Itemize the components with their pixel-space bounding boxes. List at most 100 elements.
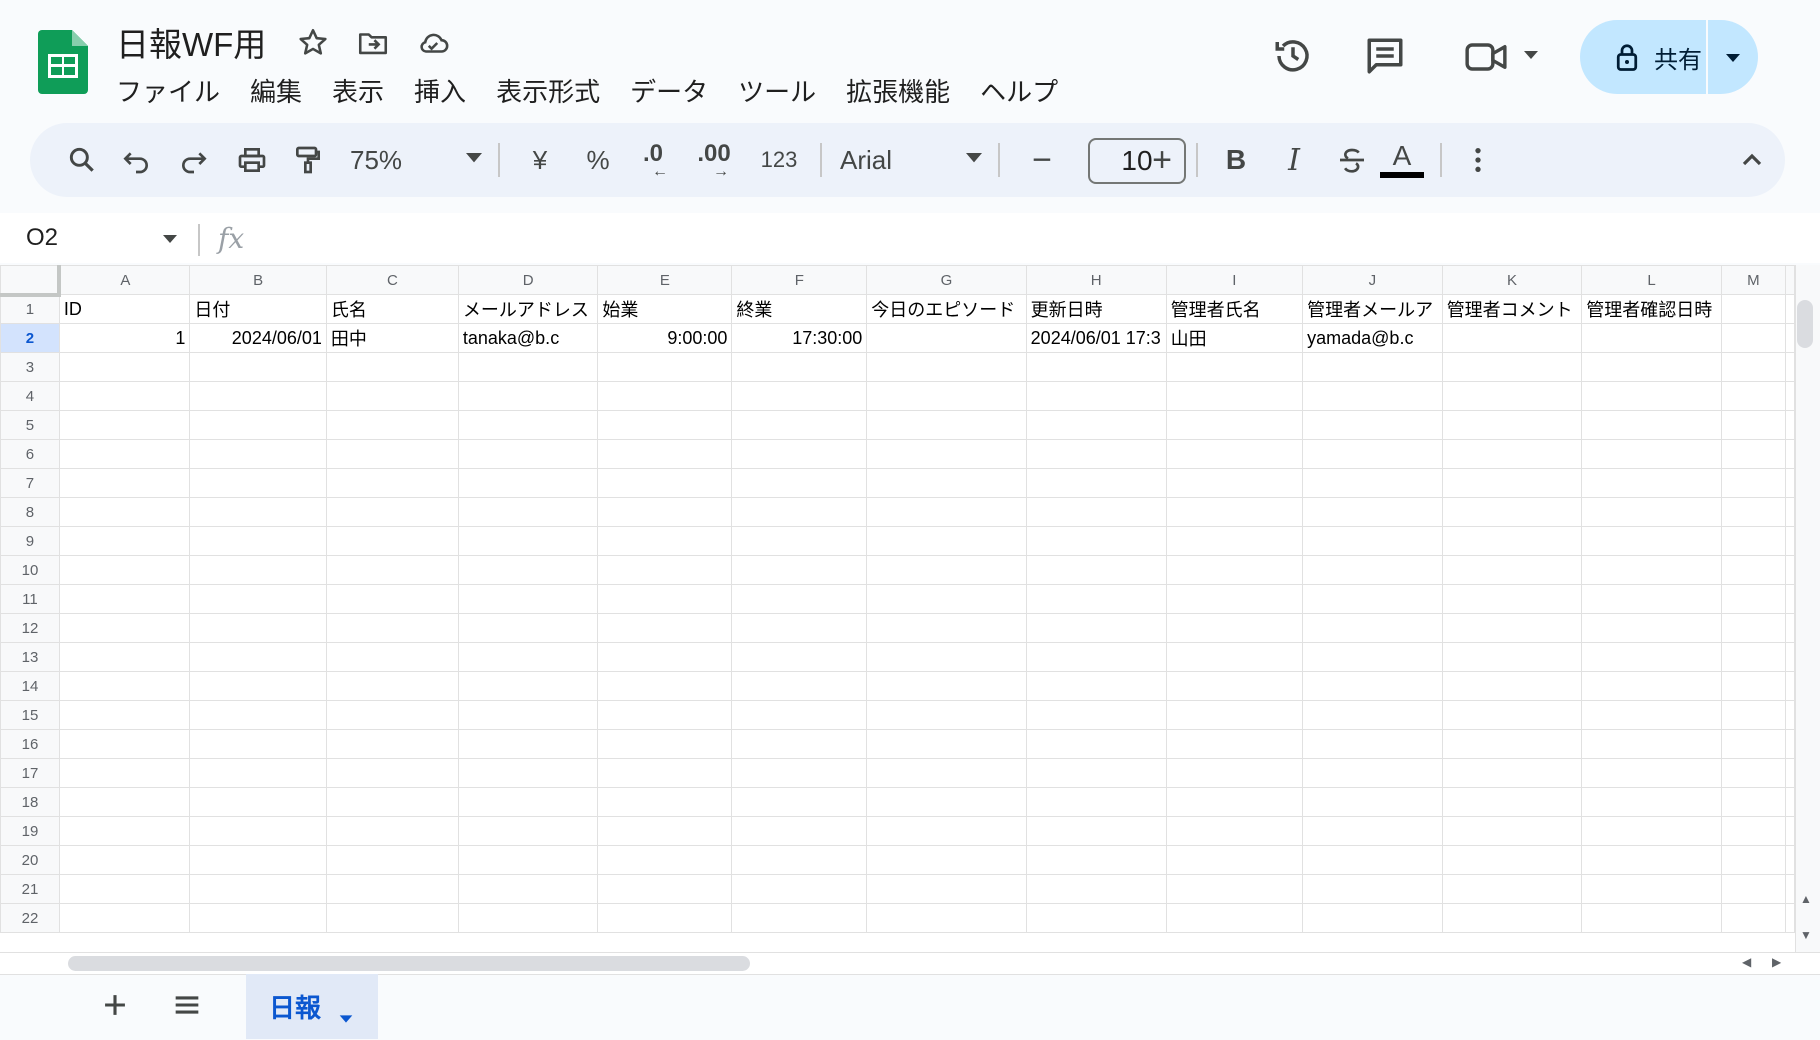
cell[interactable] bbox=[325, 613, 459, 643]
cell[interactable] bbox=[731, 439, 868, 469]
bold-button[interactable]: B bbox=[1214, 123, 1258, 197]
cell[interactable] bbox=[1720, 468, 1787, 498]
cell[interactable] bbox=[457, 729, 599, 759]
cell[interactable] bbox=[597, 758, 733, 788]
cell[interactable] bbox=[325, 700, 459, 730]
scroll-up-arrow-icon[interactable]: ▲ bbox=[1800, 892, 1812, 906]
column-header-a[interactable]: A bbox=[58, 265, 191, 295]
cell[interactable] bbox=[1165, 816, 1304, 846]
cell[interactable] bbox=[325, 381, 459, 411]
cell[interactable] bbox=[189, 729, 327, 759]
cell[interactable]: tanaka@b.c bbox=[457, 323, 599, 353]
cell[interactable] bbox=[457, 584, 599, 614]
cell[interactable] bbox=[1441, 352, 1583, 382]
cell[interactable] bbox=[1302, 845, 1443, 875]
cell[interactable] bbox=[597, 700, 733, 730]
cell[interactable] bbox=[597, 816, 733, 846]
cell[interactable] bbox=[1720, 729, 1787, 759]
cell[interactable] bbox=[1302, 787, 1443, 817]
cell[interactable] bbox=[731, 613, 868, 643]
cell[interactable] bbox=[58, 381, 191, 411]
cell[interactable] bbox=[189, 468, 327, 498]
row-header[interactable]: 4 bbox=[0, 381, 60, 411]
cell[interactable] bbox=[1302, 410, 1443, 440]
cell[interactable] bbox=[597, 845, 733, 875]
scroll-left-arrow-icon[interactable]: ◀ bbox=[1742, 955, 1751, 969]
cell[interactable] bbox=[58, 787, 191, 817]
cell[interactable] bbox=[1720, 787, 1787, 817]
cell[interactable] bbox=[1025, 729, 1167, 759]
cell[interactable] bbox=[1581, 497, 1722, 527]
cell[interactable] bbox=[1302, 468, 1443, 498]
italic-button[interactable]: I bbox=[1272, 123, 1316, 197]
cell[interactable] bbox=[1165, 613, 1304, 643]
cell[interactable] bbox=[866, 468, 1027, 498]
cell[interactable] bbox=[866, 497, 1027, 527]
cell[interactable] bbox=[1025, 381, 1167, 411]
sheet-tab-nippo[interactable]: 日報 bbox=[246, 974, 378, 1039]
cell[interactable] bbox=[189, 874, 327, 904]
redo-icon[interactable] bbox=[172, 123, 216, 197]
menu-view[interactable]: 表示 bbox=[332, 70, 384, 111]
cell[interactable] bbox=[866, 874, 1027, 904]
cell[interactable] bbox=[866, 584, 1027, 614]
cell[interactable] bbox=[58, 439, 191, 469]
cell[interactable]: 始業 bbox=[597, 294, 733, 324]
cell[interactable] bbox=[457, 874, 599, 904]
cell[interactable] bbox=[1441, 729, 1583, 759]
cell[interactable] bbox=[58, 729, 191, 759]
cell[interactable] bbox=[1025, 526, 1167, 556]
cell[interactable] bbox=[597, 613, 733, 643]
cell[interactable] bbox=[1441, 555, 1583, 585]
cell[interactable] bbox=[597, 584, 733, 614]
cell[interactable] bbox=[189, 439, 327, 469]
cell[interactable] bbox=[457, 613, 599, 643]
cell[interactable] bbox=[1441, 381, 1583, 411]
cell[interactable] bbox=[866, 642, 1027, 672]
column-header-b[interactable]: B bbox=[189, 265, 327, 295]
row-header[interactable]: 22 bbox=[0, 903, 60, 933]
all-sheets-menu-icon[interactable] bbox=[170, 988, 204, 1022]
cell[interactable] bbox=[457, 787, 599, 817]
cell[interactable] bbox=[1720, 613, 1787, 643]
cell[interactable] bbox=[457, 497, 599, 527]
cell[interactable] bbox=[58, 845, 191, 875]
cell[interactable] bbox=[189, 381, 327, 411]
cell[interactable] bbox=[1025, 468, 1167, 498]
cell[interactable] bbox=[325, 468, 459, 498]
cell[interactable] bbox=[1025, 816, 1167, 846]
cell[interactable] bbox=[1581, 671, 1722, 701]
meet-dropdown-icon[interactable] bbox=[1520, 48, 1542, 62]
cell[interactable] bbox=[597, 729, 733, 759]
cell[interactable] bbox=[1441, 874, 1583, 904]
strikethrough-icon[interactable] bbox=[1330, 123, 1374, 197]
cell[interactable]: 管理者コメント bbox=[1441, 294, 1583, 324]
cell[interactable] bbox=[1441, 410, 1583, 440]
cell[interactable] bbox=[597, 468, 733, 498]
cell[interactable] bbox=[1581, 903, 1722, 933]
row-header[interactable]: 18 bbox=[0, 787, 60, 817]
cell[interactable] bbox=[58, 642, 191, 672]
cell[interactable] bbox=[1441, 497, 1583, 527]
cell[interactable] bbox=[597, 526, 733, 556]
menu-tools[interactable]: ツール bbox=[738, 70, 816, 111]
paint-format-icon[interactable] bbox=[286, 123, 330, 197]
cell[interactable] bbox=[1720, 352, 1787, 382]
cell[interactable] bbox=[325, 642, 459, 672]
cell[interactable] bbox=[1581, 787, 1722, 817]
cell[interactable] bbox=[866, 845, 1027, 875]
cell[interactable] bbox=[866, 410, 1027, 440]
row-header[interactable]: 19 bbox=[0, 816, 60, 846]
cell[interactable] bbox=[597, 903, 733, 933]
cell[interactable] bbox=[1581, 874, 1722, 904]
cell[interactable] bbox=[1581, 845, 1722, 875]
cell[interactable] bbox=[189, 845, 327, 875]
cell[interactable] bbox=[1441, 323, 1583, 353]
cell[interactable] bbox=[866, 758, 1027, 788]
cell[interactable] bbox=[731, 903, 868, 933]
version-history-icon[interactable] bbox=[1272, 35, 1314, 77]
cloud-saved-icon[interactable] bbox=[416, 26, 450, 60]
cell[interactable] bbox=[1441, 642, 1583, 672]
cell[interactable] bbox=[1441, 584, 1583, 614]
cell[interactable]: 17:30:00 bbox=[731, 323, 868, 353]
